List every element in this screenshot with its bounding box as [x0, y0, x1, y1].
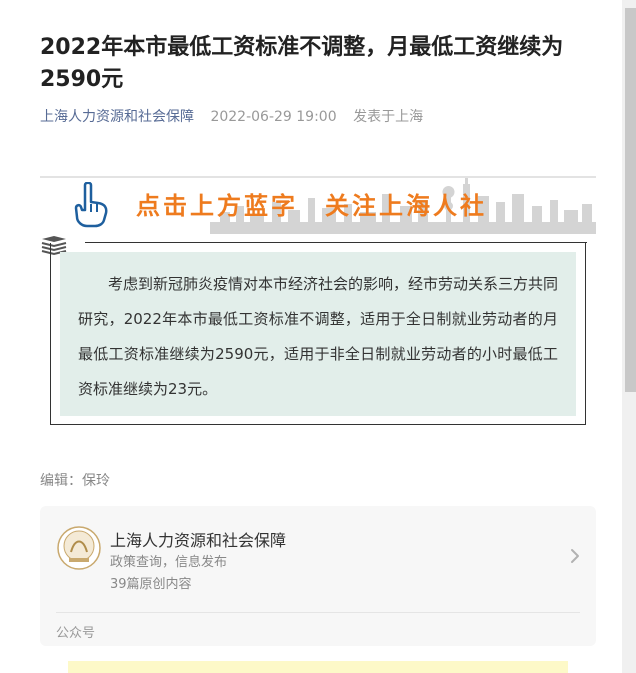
pointing-hand-icon: [74, 182, 108, 228]
publish-location: 发表于上海: [353, 109, 424, 125]
bottom-highlight-bar: [68, 661, 568, 673]
account-link[interactable]: 上海人力资源和社会保障: [40, 109, 194, 125]
scrollbar-thumb[interactable]: [625, 8, 636, 392]
banner-text: 点击上方蓝字 关注上海人社: [136, 192, 487, 220]
chevron-right-icon[interactable]: [570, 548, 580, 564]
account-article-count: 39篇原创内容: [110, 577, 192, 592]
article-title: 2022年本市最低工资标准不调整，月最低工资继续为2590元: [40, 35, 564, 92]
follow-banner[interactable]: 点击上方蓝字 关注上海人社: [40, 176, 596, 234]
account-card[interactable]: 上海人力资源和社会保障 政策查询，信息发布 39篇原创内容 公众号: [40, 506, 596, 646]
account-description: 政策查询，信息发布: [110, 555, 228, 570]
account-avatar: [57, 526, 101, 570]
publish-date: 2022-06-29 19:00: [210, 109, 337, 125]
article-meta: 上海人力资源和社会保障 2022-06-29 19:00 发表于上海: [40, 106, 423, 126]
scrollbar[interactable]: [622, 0, 636, 673]
account-type-label: 公众号: [56, 626, 96, 641]
body-paragraph: 考虑到新冠肺炎疫情对本市经济社会的影响，经市劳动关系三方共同研究，2022年本市…: [78, 275, 559, 398]
content-panel: 考虑到新冠肺炎疫情对本市经济社会的影响，经市劳动关系三方共同研究，2022年本市…: [60, 252, 576, 416]
account-name: 上海人力资源和社会保障: [110, 531, 287, 550]
card-divider: [56, 612, 580, 613]
editor-credit: 编辑：保玲: [40, 473, 110, 489]
